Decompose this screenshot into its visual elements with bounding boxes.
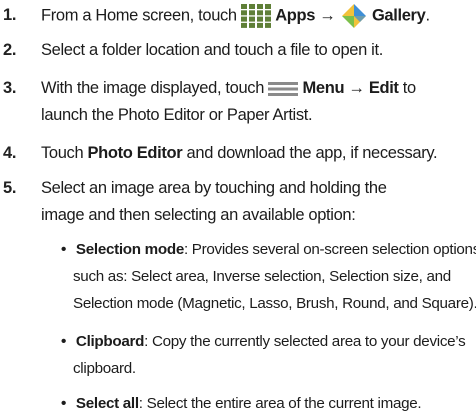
- step-text-segment: and download the app, if necessary.: [182, 144, 438, 162]
- option-text-line: Selection mode (Magnetic, Lasso, Brush, …: [73, 295, 476, 312]
- step-text-segment: From a Home screen, touch: [41, 6, 241, 25]
- gallery-label: Gallery: [371, 6, 426, 25]
- step-text: From a Home screen, touch Apps → Gallery…: [41, 2, 474, 30]
- instructions-document: 1. From a Home screen, touch Apps → Gall…: [0, 0, 476, 412]
- list-item: • Select all: Select the entire area of …: [61, 390, 476, 417]
- apps-grid-icon: [240, 4, 271, 28]
- step-number: 3.: [3, 79, 17, 97]
- step-text-segment: .: [425, 6, 430, 25]
- option-text-segment: : Copy the currently selected area to yo…: [144, 333, 466, 350]
- step-number: 1.: [3, 6, 17, 24]
- bullet-glyph: •: [61, 395, 67, 412]
- option-text-line: such as: Select area, Inverse selection,…: [73, 268, 451, 285]
- menu-label: Menu: [302, 79, 345, 97]
- step-text-segment: Touch: [41, 144, 88, 162]
- step-number: 2.: [3, 41, 17, 59]
- step-text: Select a folder location and touch a fil…: [41, 41, 383, 59]
- step-number: 4.: [3, 144, 17, 162]
- list-item: • Selection mode: Provides several on-sc…: [61, 236, 476, 317]
- list-item: • Clipboard: Copy the currently selected…: [61, 328, 476, 382]
- option-term: Select all: [75, 395, 139, 412]
- step-text-line: Select an image area by touching and hol…: [41, 179, 387, 197]
- option-text-segment: : Select the entire area of the current …: [138, 395, 422, 412]
- step-text-segment: With the image displayed, touch: [41, 79, 269, 97]
- arrow-glyph: →: [344, 79, 369, 97]
- option-text-segment: : Provides several on-screen selection o…: [183, 241, 476, 258]
- menu-icon: [268, 81, 299, 96]
- bullet-glyph: •: [61, 241, 67, 258]
- step-text: Touch Photo Editor and download the app,…: [41, 140, 474, 167]
- option-term: Selection mode: [75, 241, 184, 258]
- step-text-segment: to: [398, 79, 416, 97]
- option-text-line: clipboard.: [73, 360, 136, 377]
- option-term: Clipboard: [75, 333, 145, 350]
- photo-editor-label: Photo Editor: [87, 144, 183, 162]
- apps-label: Apps: [275, 6, 316, 25]
- bullet-glyph: •: [61, 333, 67, 350]
- step-text-line: launch the Photo Editor or Paper Artist.: [41, 106, 313, 124]
- step-text-line: image and then selecting an available op…: [41, 206, 356, 224]
- step-text: With the image displayed, touch Menu → E…: [41, 75, 474, 129]
- step-number: 5.: [3, 179, 17, 197]
- step-text: Select an image area by touching and hol…: [41, 175, 474, 229]
- gallery-icon: [340, 2, 368, 30]
- edit-label: Edit: [368, 79, 399, 97]
- arrow-glyph: →: [315, 6, 340, 25]
